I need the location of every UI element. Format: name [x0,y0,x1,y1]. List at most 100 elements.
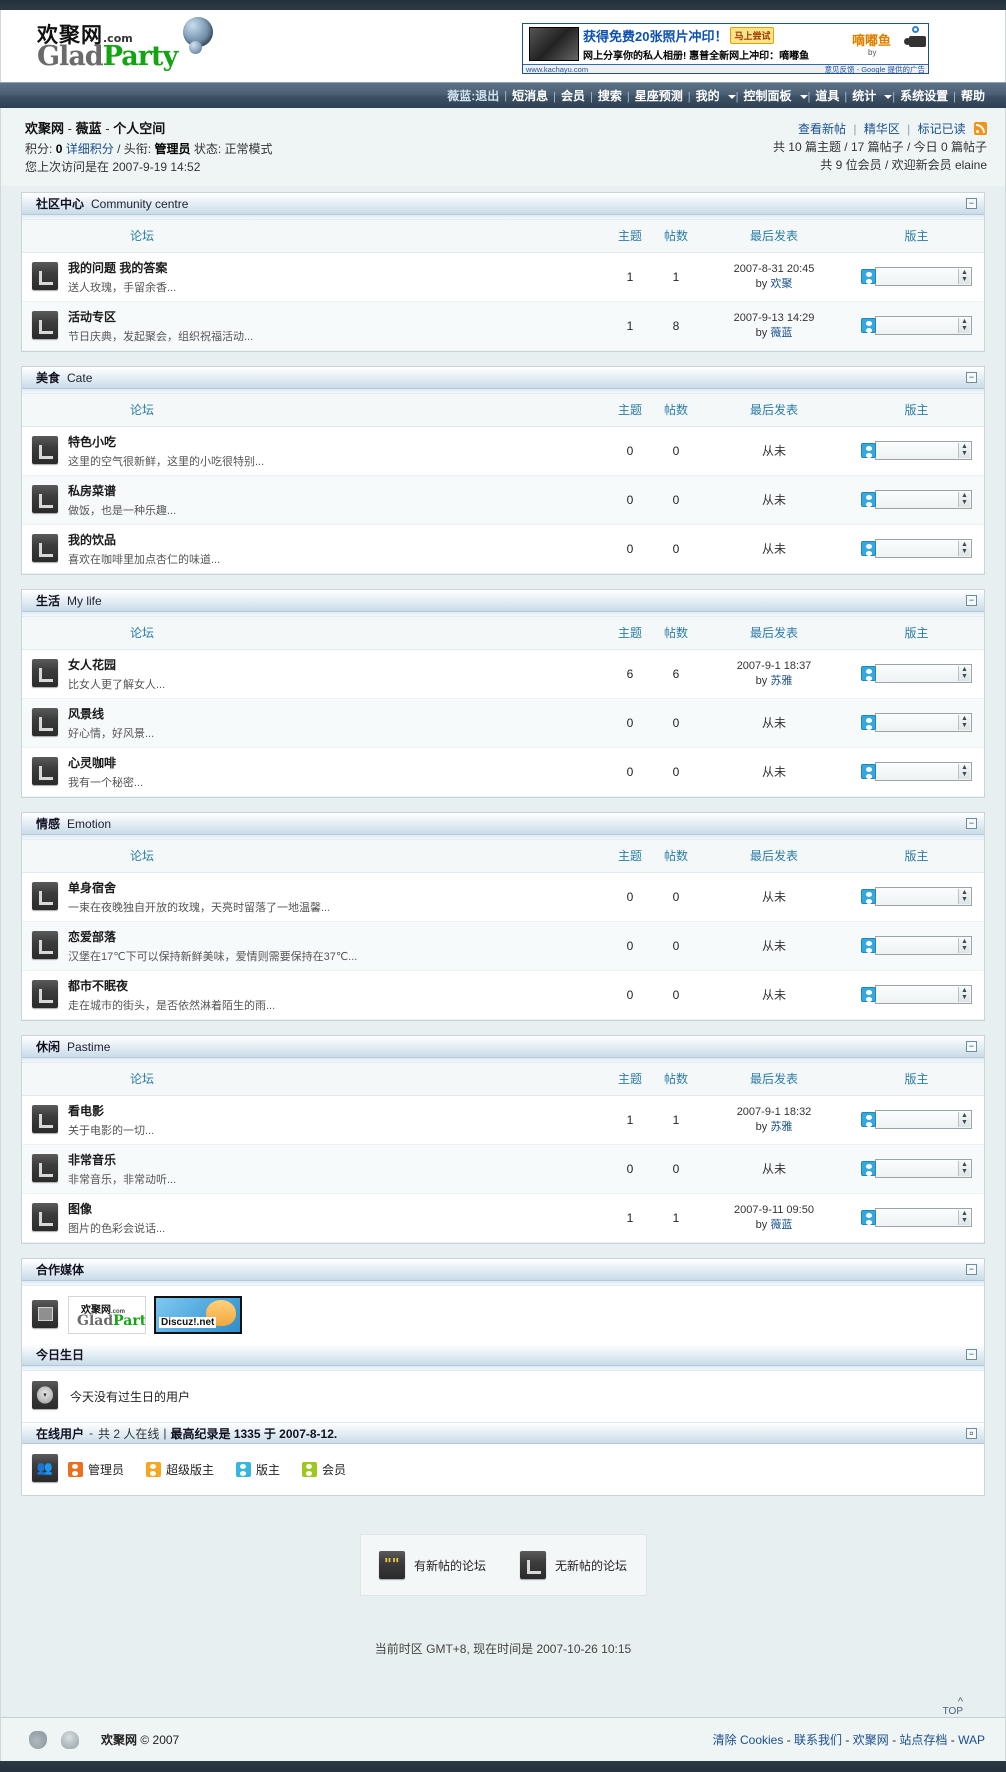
forum-link[interactable]: 特色小吃 [68,435,116,449]
moderator-selector[interactable]: ▲ ▼ [861,1208,972,1227]
spinner-arrows-icon[interactable]: ▲ ▼ [958,492,970,507]
moderator-dropdown[interactable]: ▲ ▼ [875,713,972,732]
moderator-dropdown[interactable]: ▲ ▼ [875,1208,972,1227]
footer-link-4[interactable]: 站点存档 [899,1733,947,1747]
category-collapse-button[interactable]: − [966,1041,977,1052]
forum-link[interactable]: 女人花园 [68,658,116,672]
last-post-author[interactable]: 苏雅 [770,1121,792,1133]
spinner-arrows-icon[interactable]: ▲ ▼ [958,764,970,779]
moderator-dropdown[interactable]: ▲ ▼ [875,664,972,683]
category-collapse-button[interactable]: − [966,372,977,383]
view-new-posts-link[interactable]: 查看新帖 [798,122,846,136]
partner-logo-discuz[interactable]: Discuz!.net [154,1296,242,1334]
site-logo[interactable]: 欢聚网.com GladParty [37,15,217,77]
ad-feedback-link[interactable]: 意见反馈 - Google 提供的广告 [825,64,925,73]
moderator-dropdown[interactable]: ▲ ▼ [875,1159,972,1178]
nav-item-3[interactable]: 搜索 [593,89,627,103]
nav-logout[interactable]: 薇蓝:退出 [442,87,504,104]
back-to-top-button[interactable]: ^ TOP [21,1697,985,1717]
moderator-selector[interactable]: ▲ ▼ [861,316,972,335]
nav-item-7[interactable]: 道具 [810,89,844,103]
nav-item-9[interactable]: 系统设置 [895,89,953,103]
category-collapse-button[interactable]: − [966,818,977,829]
spinner-arrows-icon[interactable]: ▲ ▼ [958,1161,970,1176]
spinner-arrows-icon[interactable]: ▲ ▼ [958,715,970,730]
moderator-dropdown[interactable]: ▲ ▼ [875,762,972,781]
forum-link[interactable]: 非常音乐 [68,1153,116,1167]
forum-link[interactable]: 心灵咖啡 [68,756,116,770]
nav-item-4[interactable]: 星座预测 [630,89,688,103]
moderator-dropdown[interactable]: ▲ ▼ [875,539,972,558]
moderator-selector[interactable]: ▲ ▼ [861,539,972,558]
moderator-selector[interactable]: ▲ ▼ [861,936,972,955]
spinner-arrows-icon[interactable]: ▲ ▼ [958,987,970,1002]
birthday-collapse-button[interactable]: − [966,1349,977,1360]
partner-logo-gladparty[interactable]: 欢聚网.com GladParty [68,1296,146,1334]
moderator-dropdown[interactable]: ▲ ▼ [875,316,972,335]
moderator-selector[interactable]: ▲ ▼ [861,762,972,781]
forum-link[interactable]: 图像 [68,1202,92,1216]
rss-icon[interactable] [974,122,987,135]
forum-link[interactable]: 恋爱部落 [68,930,116,944]
moderator-dropdown[interactable]: ▲ ▼ [875,985,972,1004]
footer-link-5[interactable]: WAP [958,1733,985,1747]
footer-link-3[interactable]: 欢聚网 [853,1733,889,1747]
moderator-dropdown[interactable]: ▲ ▼ [875,490,972,509]
digest-link[interactable]: 精华区 [864,122,900,136]
moderator-dropdown[interactable]: ▲ ▼ [875,887,972,906]
last-post-author[interactable]: 薇蓝 [770,327,792,339]
last-post-author[interactable]: 欢聚 [770,278,792,290]
moderator-selector[interactable]: ▲ ▼ [861,1159,972,1178]
moderator-selector[interactable]: ▲ ▼ [861,713,972,732]
category-collapse-button[interactable]: − [966,595,977,606]
forum-link[interactable]: 看电影 [68,1104,104,1118]
footer-link-1[interactable]: 清除 Cookies [713,1733,784,1747]
detail-credits-link[interactable]: 详细积分 [66,142,114,156]
nav-item-10[interactable]: 帮助 [956,89,990,103]
forum-link[interactable]: 我的问题 我的答案 [68,261,167,275]
forum-link[interactable]: 私房菜谱 [68,484,116,498]
moderator-dropdown[interactable]: ▲ ▼ [875,1110,972,1129]
forum-link[interactable]: 单身宿舍 [68,881,116,895]
ad-banner[interactable]: 获得免费20张照片冲印！ 马上尝试 网上分享你的私人相册! 惠普全新网上冲印：嘀… [522,23,929,74]
moderator-dropdown[interactable]: ▲ ▼ [875,441,972,460]
moderator-selector[interactable]: ▲ ▼ [861,664,972,683]
spinner-arrows-icon[interactable]: ▲ ▼ [958,1112,970,1127]
spinner-arrows-icon[interactable]: ▲ ▼ [958,1210,970,1225]
moderator-dropdown[interactable]: ▲ ▼ [875,267,972,286]
category-collapse-button[interactable]: − [966,198,977,209]
online-collapse-button[interactable]: ▫ [966,1427,977,1439]
moderator-selector[interactable]: ▲ ▼ [861,490,972,509]
nav-item-5[interactable]: 我的 [691,89,725,103]
spinner-arrows-icon[interactable]: ▲ ▼ [958,938,970,953]
forum-link[interactable]: 活动专区 [68,310,116,324]
forum-link[interactable]: 都市不眠夜 [68,979,128,993]
last-post-author[interactable]: 苏雅 [770,675,792,687]
last-post-author[interactable]: 薇蓝 [770,1219,792,1231]
moderator-selector[interactable]: ▲ ▼ [861,887,972,906]
forum-description: 送人玫瑰，手留余香... [68,282,177,294]
footer-link-2[interactable]: 联系我们 [794,1733,842,1747]
forum-link[interactable]: 我的饮品 [68,533,116,547]
moderator-selector[interactable]: ▲ ▼ [861,985,972,1004]
spinner-arrows-icon[interactable]: ▲ ▼ [958,889,970,904]
moderator-selector[interactable]: ▲ ▼ [861,267,972,286]
spinner-arrows-icon[interactable]: ▲ ▼ [958,443,970,458]
nav-item-6[interactable]: 控制面板 [738,89,796,103]
ad-try-button[interactable]: 马上尝试 [730,27,775,44]
moderator-dropdown[interactable]: ▲ ▼ [875,936,972,955]
mark-read-link[interactable]: 标记已读 [918,122,966,136]
moderator-selector[interactable]: ▲ ▼ [861,441,972,460]
nav-item-2[interactable]: 会员 [556,89,590,103]
forum-category: 休闲 Pastime − 论坛 主题 帖数 最后发表 版主 看电影 关于电影的一切... 1 1 200… [21,1035,985,1244]
spinner-arrows-icon[interactable]: ▲ ▼ [958,318,970,333]
ad-url[interactable]: www.kachayu.com [526,65,588,73]
media-collapse-button[interactable]: − [966,1264,977,1275]
nav-item-8[interactable]: 统计 [847,89,881,103]
spinner-arrows-icon[interactable]: ▲ ▼ [958,541,970,556]
spinner-arrows-icon[interactable]: ▲ ▼ [958,666,970,681]
moderator-selector[interactable]: ▲ ▼ [861,1110,972,1129]
forum-link[interactable]: 风景线 [68,707,104,721]
spinner-arrows-icon[interactable]: ▲ ▼ [958,269,970,284]
nav-item-1[interactable]: 短消息 [507,89,553,103]
